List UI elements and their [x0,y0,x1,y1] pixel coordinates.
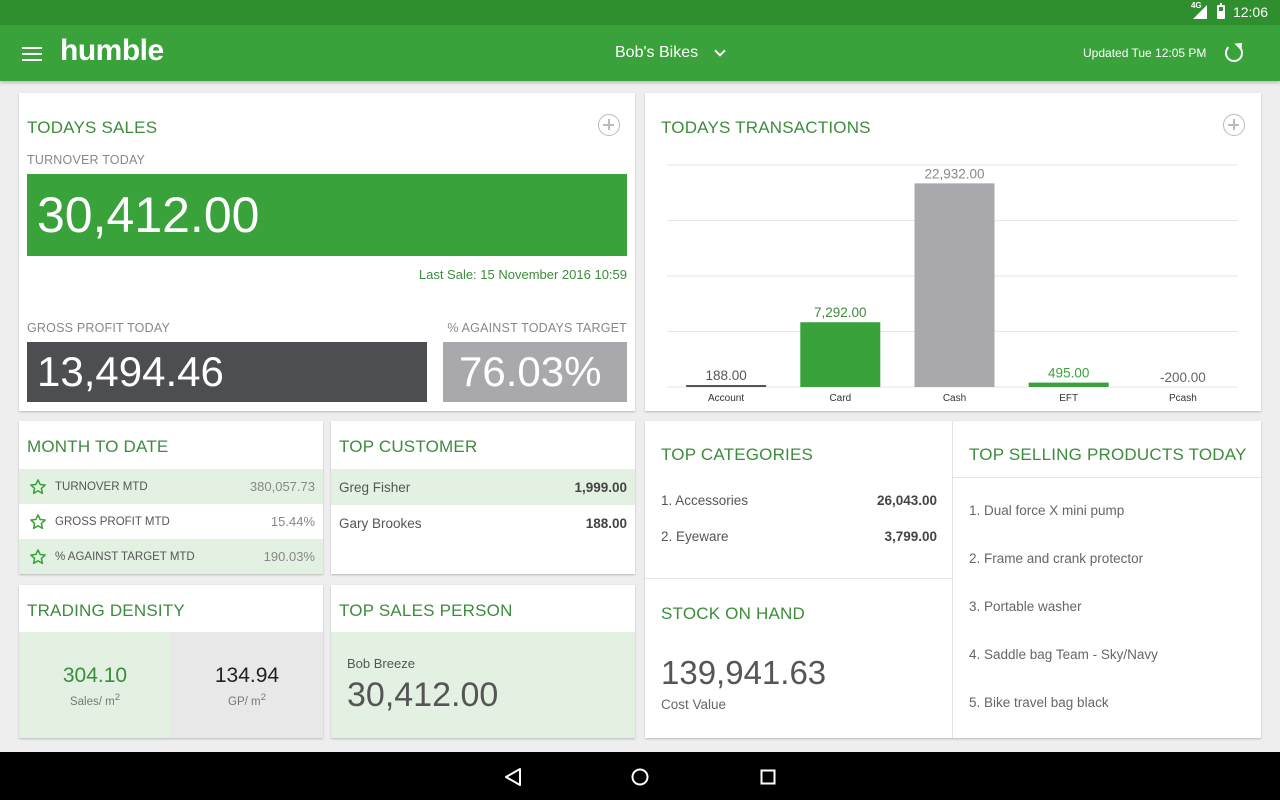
home-icon[interactable] [630,768,650,786]
gp-density: 134.94 GP/ m2 [171,632,323,738]
bar-account[interactable] [686,385,767,387]
updated-text: Updated Tue 12:05 PM [1083,46,1207,60]
data-label: -200.00 [1160,370,1206,385]
product-item[interactable]: 4. Saddle bag Team - Sky/Navy [969,647,1158,662]
category-row[interactable]: 2. Eyeware 3,799.00 [661,529,937,544]
clock: 12:06 [1232,4,1268,20]
product-item[interactable]: 1. Dual force X mini pump [969,503,1124,518]
stock-value: 139,941.63 [661,654,827,691]
card-title: TOP SALES PERSON [339,601,513,620]
mtd-label: GROSS PROFIT MTD [55,515,170,528]
recents-icon[interactable] [759,768,777,786]
gp-label: GROSS PROFIT TODAY [27,321,170,335]
bar-eft[interactable] [1028,382,1109,387]
mtd-row: GROSS PROFIT MTD 15.44% [19,504,323,539]
category-name: 2. Eyeware [661,529,729,544]
sales-person-value: 30,412.00 [347,676,499,714]
top-sales-person-card: TOP SALES PERSON Bob Breeze 30,412.00 [331,585,635,738]
add-icon[interactable] [598,114,620,136]
data-label: 495.00 [1048,366,1089,381]
category-value: 26,043.00 [876,493,937,508]
tick-label: Cash [943,393,966,404]
card-title: TOP CUSTOMER [339,437,478,456]
bar-cash[interactable] [914,183,995,387]
customer-value: 1,999.00 [574,479,627,495]
todays-sales-card: TODAYS SALES TURNOVER TODAY 30,412.00 La… [19,93,635,411]
store-name: Bob's Bikes [615,44,699,61]
sales-density-value: 304.10 [62,664,128,687]
mtd-row: % AGAINST TARGET MTD 190.03% [19,539,323,574]
gp-density-value: 134.94 [214,664,280,687]
turnover-value: 30,412.00 [27,174,627,256]
tick-label: EFT [1059,393,1078,404]
back-icon[interactable] [503,768,523,786]
customer-row[interactable]: Gary Brookes 188.00 [331,505,635,541]
bar-card[interactable] [800,322,881,387]
mtd-label: % AGAINST TARGET MTD [55,550,195,563]
customer-name: Greg Fisher [339,479,411,495]
stock-label: Cost Value [661,697,727,712]
menu-icon[interactable] [22,47,42,61]
category-name: 1. Accessories [661,493,749,508]
data-label: 188.00 [705,368,746,383]
signal-icon: 4G [1191,1,1209,19]
status-bar: 4G 12:06 [0,0,1280,25]
product-item[interactable]: 2. Frame and crank protector [969,551,1143,566]
card-title: TRADING DENSITY [27,601,185,620]
app-logo: humble [60,34,164,67]
product-item[interactable]: 3. Portable washer [969,599,1082,614]
store-selector[interactable]: Bob's Bikes [615,44,726,62]
sales-person-panel[interactable]: Bob Breeze 30,412.00 [331,632,635,738]
customer-row[interactable]: Greg Fisher 1,999.00 [331,469,635,505]
product-item[interactable]: 5. Bike travel bag black [969,695,1109,710]
gp-density-label: GP/ m2 [228,692,266,708]
transactions-card: TODAYS TRANSACTIONS 188.00 Account 7,292.0… [645,93,1261,411]
sales-density-label: Sales/ m2 [69,692,121,708]
data-label: 7,292.00 [814,305,867,320]
battery-icon [1216,3,1225,19]
target-label: % AGAINST TODAYS TARGET [447,321,627,335]
mtd-value: 190.03% [263,549,315,564]
mtd-value: 380,057.73 [249,479,315,494]
card-title: TOP CATEGORIES [661,445,814,464]
divider [953,477,1261,478]
last-sale: Last Sale: 15 November 2016 10:59 [418,267,627,282]
sales-density: 304.10 Sales/ m2 [19,632,171,738]
tick-label: Account [708,393,744,404]
sales-person-name: Bob Breeze [347,656,415,671]
chevron-down-icon [714,45,726,57]
app-bar: humble Bob's Bikes Updated Tue 12:05 PM [0,25,1280,81]
star-icon [30,513,46,529]
top-customer-card: TOP CUSTOMER Greg Fisher 1,999.00 Gary B… [331,421,635,574]
refresh-icon[interactable] [1225,44,1243,62]
data-label: 22,932.00 [924,166,984,181]
divider [645,578,952,579]
customer-name: Gary Brookes [339,515,422,531]
customer-value: 188.00 [585,515,627,531]
tick-label: Pcash [1169,393,1197,404]
star-icon [30,548,46,564]
system-nav-bar [0,752,1280,800]
card-title: TODAYS SALES [27,118,158,137]
transactions-chart: 188.00 Account 7,292.00 Card 22,932.00 Cash 49… [667,164,1238,404]
card-title: STOCK ON HAND [661,604,805,623]
gp-value: 13,494.46 [27,342,427,402]
target-value: 76.03% [443,342,627,402]
trading-density-card: TRADING DENSITY 304.10 Sales/ m2 134.94 … [19,585,323,738]
star-icon [30,478,46,494]
card-title: MONTH TO DATE [27,437,169,456]
card-title: TOP SELLING PRODUCTS TODAY [969,445,1247,464]
mtd-label: TURNOVER MTD [55,480,148,493]
turnover-label: TURNOVER TODAY [27,153,146,167]
mtd-row: TURNOVER MTD 380,057.73 [19,469,323,504]
mtd-value: 15.44% [270,514,315,529]
divider [952,421,953,738]
category-value: 3,799.00 [884,529,937,544]
category-row[interactable]: 1. Accessories 26,043.00 [661,493,937,508]
month-to-date-card: MONTH TO DATE TURNOVER MTD 380,057.73 GR… [19,421,323,574]
categories-products-card: TOP CATEGORIES 1. Accessories 26,043.00 … [645,421,1261,738]
tick-label: Card [829,393,851,404]
